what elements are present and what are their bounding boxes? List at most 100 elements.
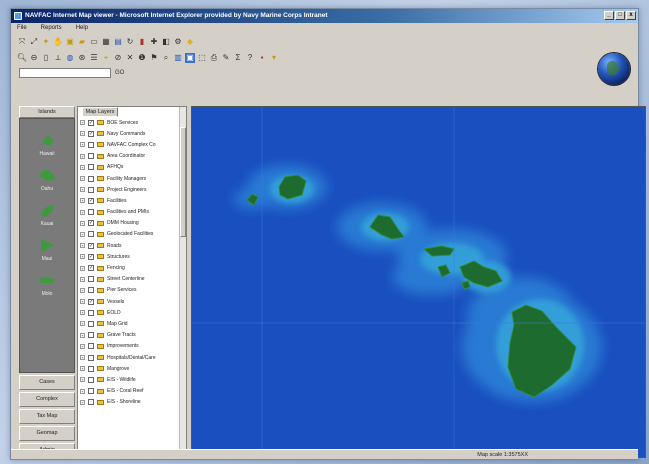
map-icon[interactable]: ▥: [173, 53, 183, 63]
layer-checkbox[interactable]: [88, 332, 94, 339]
legend-icon[interactable]: ☰: [89, 53, 99, 63]
zoom-extent-icon[interactable]: ⤢: [29, 37, 39, 47]
chart-icon[interactable]: ▮: [137, 37, 147, 47]
menu-file[interactable]: File: [17, 23, 27, 34]
expand-icon[interactable]: +: [80, 343, 85, 349]
expand-icon[interactable]: +: [80, 131, 85, 137]
layer-row[interactable]: + EOLD: [78, 307, 186, 318]
expand-icon[interactable]: +: [80, 299, 85, 305]
layer-row[interactable]: + Map Grid: [78, 318, 186, 329]
highlight-icon[interactable]: ◆: [185, 37, 195, 47]
layer-checkbox[interactable]: [88, 209, 94, 216]
grid-icon[interactable]: ▦: [101, 37, 111, 47]
edit-icon[interactable]: ▣: [185, 53, 195, 63]
layer-checkbox[interactable]: ✓: [88, 253, 94, 260]
layer-checkbox[interactable]: [88, 354, 94, 361]
minimize-button[interactable]: _: [604, 11, 614, 20]
expand-icon[interactable]: +: [80, 164, 85, 170]
layer-row[interactable]: + EIS - Wildlife: [78, 374, 186, 385]
layout-icon[interactable]: ▾: [269, 53, 279, 63]
layer-checkbox[interactable]: ✓: [88, 130, 94, 137]
layer-checkbox[interactable]: ✓: [88, 298, 94, 305]
layer-row[interactable]: + ✓ Roads: [78, 240, 186, 251]
locate-icon[interactable]: ⌖: [101, 53, 111, 63]
expand-icon[interactable]: +: [80, 120, 85, 126]
layer-checkbox[interactable]: ✓: [88, 242, 94, 249]
print2-icon[interactable]: ⎙: [209, 53, 219, 63]
layer-checkbox[interactable]: [88, 388, 94, 395]
go-button[interactable]: GO: [115, 70, 124, 76]
nav-molo[interactable]: Molo: [36, 271, 58, 297]
layer-row[interactable]: + Mangrove: [78, 363, 186, 374]
layer-row[interactable]: + EIS - Shoreline: [78, 397, 186, 408]
nav-oahu[interactable]: Oahu: [36, 166, 58, 192]
layer-checkbox[interactable]: [88, 164, 94, 171]
add-layer-icon[interactable]: ✚: [149, 37, 159, 47]
expand-icon[interactable]: +: [80, 220, 85, 226]
address-input[interactable]: [19, 68, 111, 78]
cases-button[interactable]: Cases: [19, 375, 75, 390]
layer-checkbox[interactable]: [88, 365, 94, 372]
pan-icon[interactable]: ✦: [41, 37, 51, 47]
expand-icon[interactable]: +: [80, 153, 85, 159]
map-layers-tab[interactable]: Map Layers: [82, 107, 118, 117]
zoom-out-icon[interactable]: ⊖: [29, 53, 39, 63]
layer-row[interactable]: + ✓ DMM Housing: [78, 218, 186, 229]
geomap-button[interactable]: Geomap: [19, 426, 75, 441]
document-icon[interactable]: ▭: [89, 37, 99, 47]
expand-icon[interactable]: +: [80, 287, 85, 293]
info-icon[interactable]: ✕: [125, 53, 135, 63]
help-icon[interactable]: ?: [245, 53, 255, 63]
refresh-icon[interactable]: ↻: [125, 37, 135, 47]
gear-icon[interactable]: ⚙: [173, 37, 183, 47]
expand-icon[interactable]: +: [80, 198, 85, 204]
expand-icon[interactable]: +: [80, 231, 85, 237]
clear-icon[interactable]: ⊘: [113, 53, 123, 63]
draw-icon[interactable]: ✎: [221, 53, 231, 63]
layer-row[interactable]: + Street Centerline: [78, 274, 186, 285]
buffer-icon[interactable]: ❶: [137, 53, 147, 63]
layer-row[interactable]: + Geolocated Facilities: [78, 229, 186, 240]
expand-icon[interactable]: +: [80, 321, 85, 327]
layer-row[interactable]: + Area Coordinator: [78, 151, 186, 162]
map-canvas[interactable]: [191, 106, 646, 458]
tax-map-button[interactable]: Tax Map: [19, 409, 75, 424]
zoom-full-icon[interactable]: ⤧: [17, 37, 27, 47]
layer-row[interactable]: + ✓ Facilities: [78, 195, 186, 206]
layer-row[interactable]: + Facilities and PMIs: [78, 207, 186, 218]
nav-hawaii[interactable]: Hawaii: [36, 131, 58, 157]
expand-icon[interactable]: +: [80, 187, 85, 193]
expand-icon[interactable]: +: [80, 209, 85, 215]
layer-checkbox[interactable]: ✓: [88, 119, 94, 126]
layer-checkbox[interactable]: [88, 175, 94, 182]
expand-icon[interactable]: +: [80, 243, 85, 249]
layer-checkbox[interactable]: ✓: [88, 197, 94, 204]
layer-row[interactable]: + Project Engineers: [78, 184, 186, 195]
islands-tab[interactable]: Islands: [19, 106, 75, 118]
expand-icon[interactable]: +: [80, 332, 85, 338]
layer-checkbox[interactable]: [88, 399, 94, 406]
layer-row[interactable]: + Hospitals/Dental/Care: [78, 352, 186, 363]
expand-icon[interactable]: +: [80, 399, 85, 405]
query-icon[interactable]: ◧: [161, 37, 171, 47]
folder-icon[interactable]: ▰: [77, 37, 87, 47]
search-icon[interactable]: ⌕: [161, 53, 171, 63]
layer-checkbox[interactable]: [88, 153, 94, 160]
layer-checkbox[interactable]: [88, 320, 94, 327]
layer-row[interactable]: + ✓ Navy Commands: [78, 128, 186, 139]
layer-row[interactable]: + EIS - Coral Reef: [78, 386, 186, 397]
layer-row[interactable]: + Grave Tracts: [78, 330, 186, 341]
hand-icon[interactable]: ✋: [53, 37, 63, 47]
layer-checkbox[interactable]: [88, 376, 94, 383]
layer-checkbox[interactable]: [88, 141, 94, 148]
layer-checkbox[interactable]: [88, 276, 94, 283]
zoom-in-icon[interactable]: 🔍︎: [17, 53, 27, 63]
globe-small-icon[interactable]: ◍: [65, 53, 75, 63]
layer-row[interactable]: + Facility Managers: [78, 173, 186, 184]
layer-checkbox[interactable]: [88, 231, 94, 238]
layer-checkbox[interactable]: [88, 186, 94, 193]
layer-checkbox[interactable]: [88, 309, 94, 316]
layers-icon[interactable]: ▤: [113, 37, 123, 47]
expand-icon[interactable]: +: [80, 142, 85, 148]
expand-icon[interactable]: +: [80, 366, 85, 372]
